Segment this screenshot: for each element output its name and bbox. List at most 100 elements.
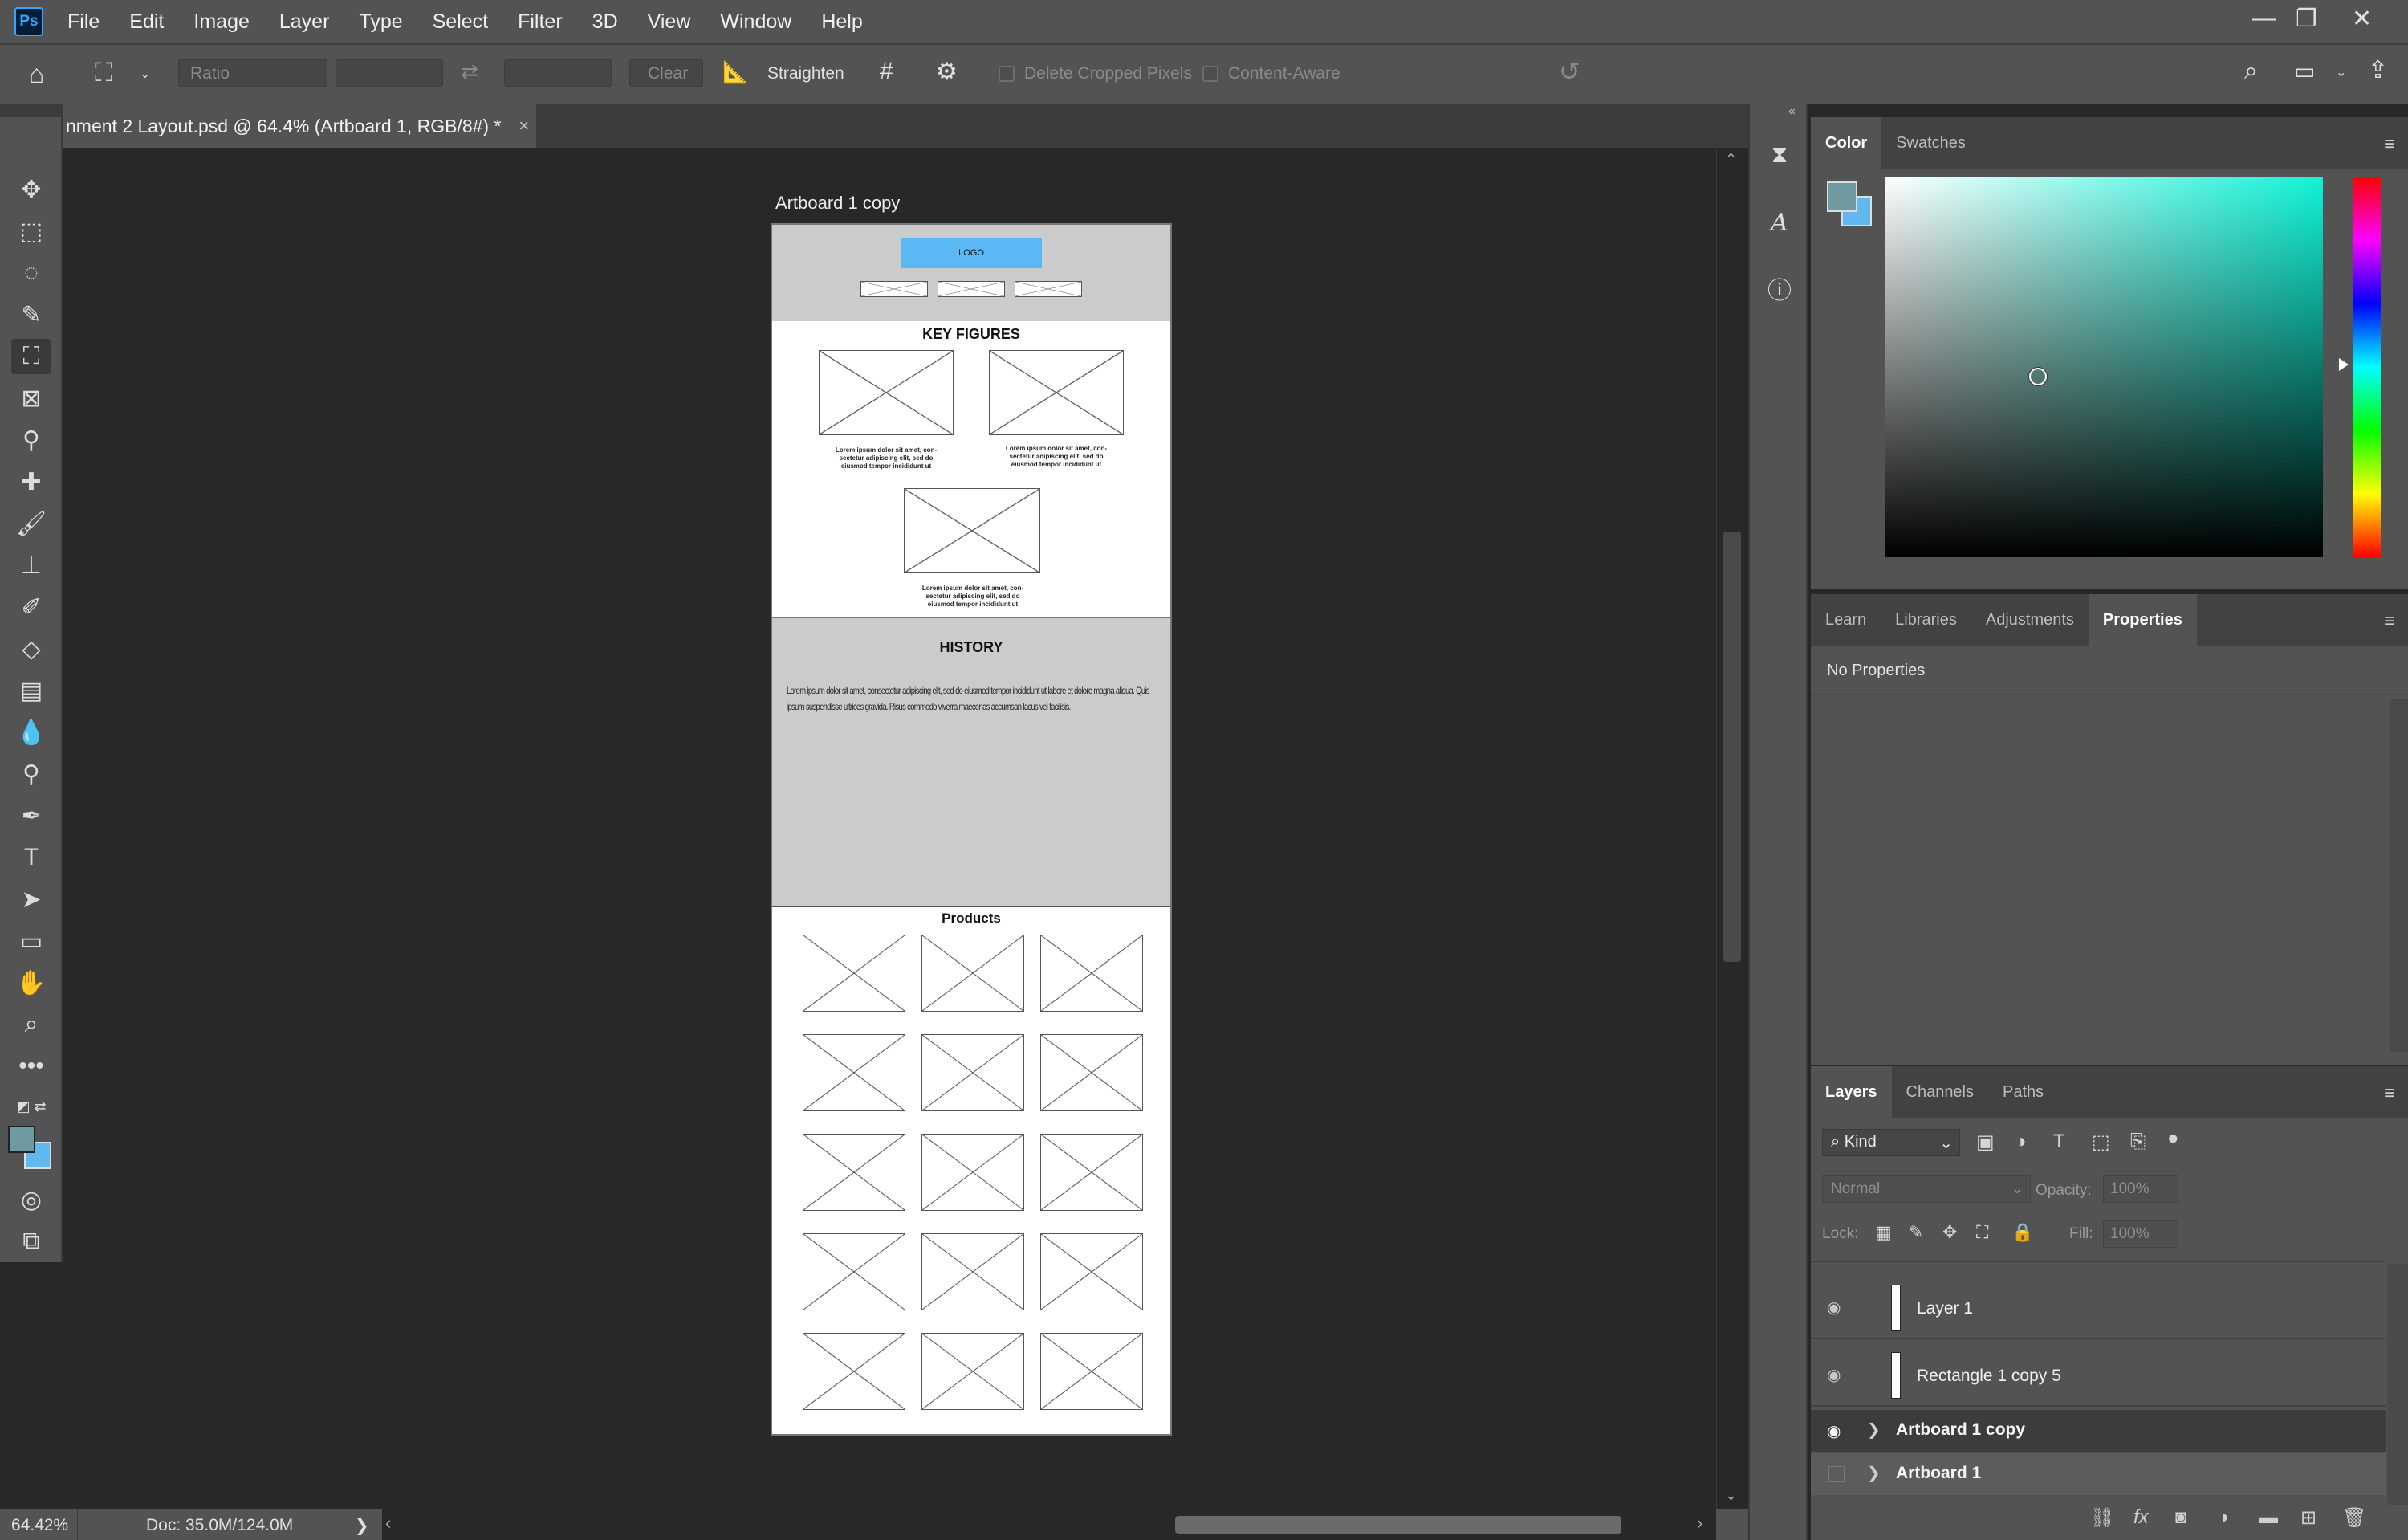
lock-all-icon[interactable]: 🔒	[2011, 1222, 2033, 1243]
chevron-right-icon[interactable]: ❯	[1867, 1463, 1881, 1483]
healing-brush-tool-icon[interactable]: ✚	[11, 464, 51, 499]
hand-tool-icon[interactable]: ✋	[11, 965, 51, 1000]
trash-icon[interactable]: 🗑	[2342, 1506, 2366, 1530]
workspace-icon[interactable]: ▭	[2294, 58, 2315, 84]
crop-tool-preset-icon[interactable]: ⛶	[95, 58, 112, 88]
add-mask-icon[interactable]: ◙	[2175, 1506, 2187, 1529]
layer-name[interactable]: Rectangle 1 copy 5	[1917, 1367, 2061, 1386]
tab-swatches[interactable]: Swatches	[1881, 117, 1980, 169]
info-panel-icon[interactable]: ⓘ	[1763, 271, 1796, 305]
new-group-icon[interactable]: ▬	[2259, 1506, 2278, 1529]
tab-channels[interactable]: Channels	[1892, 1066, 1989, 1118]
more-tools-icon[interactable]: •••	[11, 1049, 51, 1084]
menu-window[interactable]: Window	[720, 10, 791, 34]
ratio-height-input[interactable]	[504, 59, 612, 87]
quick-select-tool-icon[interactable]: ✎	[11, 297, 51, 332]
visibility-eye-icon[interactable]: ◉	[1827, 1421, 1841, 1441]
horizontal-scrollbar[interactable]: ‹ ›	[382, 1509, 1716, 1540]
clone-stamp-tool-icon[interactable]: ⊥	[11, 548, 51, 583]
visibility-eye-icon[interactable]: ◉	[1827, 1365, 1841, 1385]
gear-icon[interactable]: ⚙	[936, 58, 958, 86]
menu-edit[interactable]: Edit	[129, 10, 164, 34]
character-panel-icon[interactable]: A	[1763, 206, 1796, 239]
pen-tool-icon[interactable]: ✒	[11, 798, 51, 833]
document-tab[interactable]: nment 2 Layout.psd @ 64.4% (Artboard 1, …	[63, 104, 536, 148]
scroll-up-icon[interactable]: ⌃	[1725, 151, 1737, 168]
straighten-icon[interactable]: 📐	[722, 59, 748, 84]
menu-file[interactable]: File	[67, 10, 100, 34]
scroll-left-icon[interactable]: ‹	[385, 1513, 391, 1534]
layer-row[interactable]: ◉ Layer 1	[1811, 1277, 2386, 1339]
content-aware-checkbox[interactable]: Content-Aware	[1202, 64, 1340, 84]
reset-icon[interactable]: ↺	[1559, 56, 1580, 87]
artboard-label[interactable]: Artboard 1 copy	[775, 193, 900, 214]
panel-menu-icon[interactable]: ≡	[2384, 133, 2395, 156]
menu-select[interactable]: Select	[433, 10, 488, 34]
visibility-toggle-box[interactable]	[1828, 1466, 1845, 1482]
lock-paint-icon[interactable]: ✎	[1909, 1222, 1923, 1243]
minimize-button[interactable]: —	[2252, 5, 2276, 32]
lock-artboard-icon[interactable]: ⛶	[1976, 1222, 1988, 1243]
chevron-down-icon[interactable]: ⌄	[140, 66, 150, 82]
menu-image[interactable]: Image	[193, 10, 249, 34]
tab-color[interactable]: Color	[1811, 117, 1882, 169]
tab-learn[interactable]: Learn	[1811, 594, 1881, 646]
blur-tool-icon[interactable]: 💧	[11, 715, 51, 750]
collapse-panels-icon[interactable]: «	[1788, 104, 1796, 119]
search-icon[interactable]: ⌕	[2244, 58, 2258, 85]
straighten-label[interactable]: Straighten	[767, 64, 844, 84]
tab-paths[interactable]: Paths	[1988, 1066, 2058, 1118]
history-brush-tool-icon[interactable]: ✐	[11, 589, 51, 625]
lock-position-icon[interactable]: ✥	[1942, 1222, 1957, 1243]
close-tab-icon[interactable]: ×	[519, 116, 529, 136]
eyedropper-tool-icon[interactable]: ⚲	[11, 422, 51, 458]
close-window-button[interactable]: ✕	[2352, 5, 2372, 33]
hue-slider-handle[interactable]	[2339, 358, 2349, 371]
artboard-group-row[interactable]: ◉ ❯ Artboard 1 copy	[1811, 1410, 2386, 1452]
fx-icon[interactable]: fx	[2133, 1506, 2149, 1529]
color-field[interactable]	[1885, 177, 2323, 557]
type-tool-icon[interactable]: T	[11, 840, 51, 875]
filter-kind-select[interactable]: ⌕ Kind ⌄	[1822, 1129, 1960, 1156]
history-panel-icon[interactable]: ⧗	[1763, 138, 1796, 172]
restore-button[interactable]: ❐	[2296, 5, 2317, 33]
artboard-group-name[interactable]: Artboard 1 copy	[1896, 1420, 2025, 1440]
eraser-tool-icon[interactable]: ◇	[11, 631, 51, 666]
lock-transparent-icon[interactable]: ▦	[1875, 1222, 1892, 1243]
dodge-tool-icon[interactable]: ⚲	[11, 756, 51, 792]
horizontal-scroll-thumb[interactable]	[1175, 1516, 1621, 1534]
screen-mode-icon[interactable]: ⧉	[11, 1224, 51, 1259]
share-icon[interactable]: ⇪	[2368, 56, 2388, 84]
default-colors-icon[interactable]: ◩ ⇄	[11, 1089, 51, 1124]
tab-properties[interactable]: Properties	[2088, 594, 2197, 646]
hue-slider[interactable]	[2353, 177, 2381, 557]
path-select-tool-icon[interactable]: ➤	[11, 882, 51, 917]
color-foreground-swatch[interactable]	[1827, 181, 1857, 212]
artboard[interactable]: LOGO KEY FIGURES Lorem ipsum dolor sit a…	[771, 223, 1172, 1436]
vertical-scrollbar[interactable]: ⌃ ⌄	[1716, 148, 1748, 1509]
filter-toggle-icon[interactable]: ●	[2167, 1127, 2179, 1150]
link-layers-icon[interactable]: ⛓	[2090, 1506, 2114, 1530]
new-layer-icon[interactable]: ⊞	[2300, 1506, 2316, 1530]
menu-3d[interactable]: 3D	[592, 10, 618, 34]
artboard-group-name[interactable]: Artboard 1	[1896, 1464, 1981, 1483]
gradient-tool-icon[interactable]: ▤	[11, 673, 51, 708]
vertical-scroll-thumb[interactable]	[1723, 532, 1741, 962]
artboard-group-row[interactable]: ❯ Artboard 1	[1811, 1453, 2386, 1495]
zoom-level[interactable]: 64.42%	[11, 1516, 68, 1535]
ratio-select[interactable]: Ratio	[178, 59, 327, 87]
menu-help[interactable]: Help	[821, 10, 862, 34]
lasso-tool-icon[interactable]: ◌	[11, 255, 51, 291]
home-icon[interactable]: ⌂	[29, 59, 44, 89]
move-tool-icon[interactable]: ✥	[11, 172, 51, 207]
frame-tool-icon[interactable]: ⊠	[11, 381, 51, 416]
adjustment-filter-icon[interactable]: ◑	[2015, 1131, 2027, 1153]
chevron-right-icon[interactable]: ❯	[1867, 1420, 1881, 1440]
menu-type[interactable]: Type	[359, 10, 402, 34]
chevron-down-icon[interactable]: ⌄	[2336, 64, 2346, 80]
scroll-right-icon[interactable]: ›	[1697, 1513, 1702, 1534]
color-field-cursor[interactable]	[2029, 368, 2047, 385]
ratio-width-input[interactable]	[336, 59, 443, 87]
layer-name[interactable]: Layer 1	[1917, 1299, 1973, 1318]
swap-icon[interactable]: ⇄	[461, 59, 478, 84]
